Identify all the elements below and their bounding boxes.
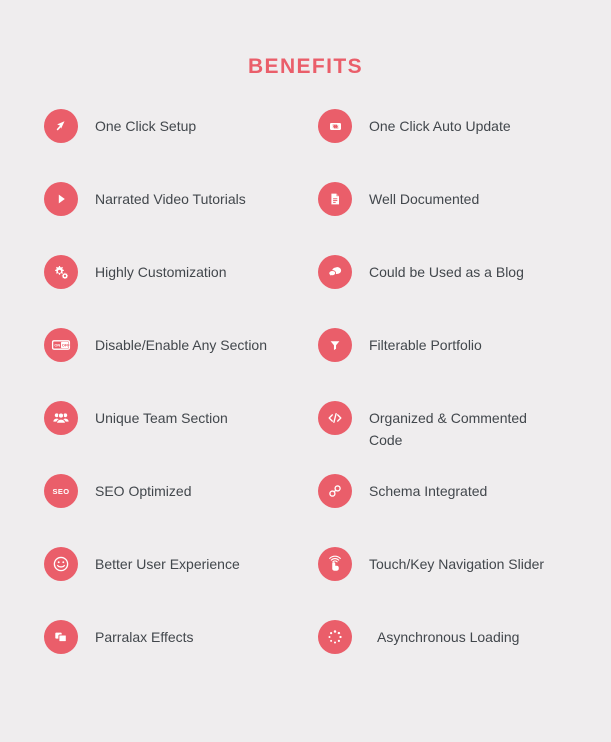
benefit-item-organized-commented-code[interactable]: Organized & Commented Code — [274, 401, 611, 474]
benefit-item-better-user-experience[interactable]: Better User Experience — [0, 547, 274, 620]
chat-bubble-icon — [318, 255, 352, 289]
benefit-item-could-be-used-as-a-blog[interactable]: Could be Used as a Blog — [274, 255, 611, 328]
benefit-label: Better User Experience — [95, 556, 240, 572]
benefit-label: Highly Customization — [95, 264, 227, 280]
benefit-item-schema-integrated[interactable]: Schema Integrated — [274, 474, 611, 547]
benefit-label: Schema Integrated — [369, 483, 488, 499]
refresh-update-icon — [318, 109, 352, 143]
benefit-item-narrated-video-tutorials[interactable]: Narrated Video Tutorials — [0, 182, 274, 255]
benefit-item-one-click-setup[interactable]: One Click Setup — [0, 109, 274, 182]
benefit-row: Better User Experience Touch/Key Navigat… — [0, 547, 611, 620]
benefit-item-one-click-auto-update[interactable]: One Click Auto Update — [274, 109, 611, 182]
page-title: BENEFITS — [247, 55, 364, 78]
benefit-label: Touch/Key Navigation Slider — [369, 556, 545, 572]
team-people-icon — [44, 401, 78, 435]
benefit-item-touch-key-navigation-slider[interactable]: Touch/Key Navigation Slider — [274, 547, 611, 620]
benefit-label: Unique Team Section — [95, 410, 228, 426]
benefit-row: Unique Team Section Organized & Commente… — [0, 401, 611, 474]
benefit-row: SEO SEO Optimized Schema Integrated — [0, 474, 611, 547]
benefit-label: Well Documented — [369, 191, 480, 207]
funnel-filter-icon — [318, 328, 352, 362]
benefit-label: One Click Auto Update — [369, 118, 511, 134]
benefit-label: Organized & Commented Code — [369, 410, 527, 448]
benefit-row: Parralax Effects Asynchronous Loading — [0, 620, 611, 693]
svg-text:OFF: OFF — [62, 343, 70, 348]
benefit-label: Narrated Video Tutorials — [95, 191, 246, 207]
benefit-label: Could be Used as a Blog — [369, 264, 524, 280]
benefit-label: Filterable Portfolio — [369, 337, 482, 353]
benefits-page: BENEFITS One Click Setup One Click Auto … — [0, 0, 611, 742]
touch-gesture-icon — [318, 547, 352, 581]
benefit-item-parralax-effects[interactable]: Parralax Effects — [0, 620, 274, 693]
benefit-item-disable-enable-any-section[interactable]: ON OFF Disable/Enable Any Section — [0, 328, 274, 401]
benefit-label: Disable/Enable Any Section — [95, 337, 267, 353]
smiley-face-icon — [44, 547, 78, 581]
benefit-item-unique-team-section[interactable]: Unique Team Section — [0, 401, 274, 474]
benefit-row: ON OFF Disable/Enable Any Section Filter… — [0, 328, 611, 401]
benefit-row: One Click Setup One Click Auto Update — [0, 109, 611, 182]
benefit-item-highly-customization[interactable]: Highly Customization — [0, 255, 274, 328]
benefit-item-well-documented[interactable]: Well Documented — [274, 182, 611, 255]
benefit-item-filterable-portfolio[interactable]: Filterable Portfolio — [274, 328, 611, 401]
benefits-grid: One Click Setup One Click Auto Update Na… — [0, 109, 611, 693]
seo-glyph-label: SEO — [52, 486, 70, 496]
on-off-toggle-icon: ON OFF — [44, 328, 78, 362]
layers-stack-icon — [44, 620, 78, 654]
benefit-label: SEO Optimized — [95, 483, 192, 499]
benefit-label: One Click Setup — [95, 118, 197, 134]
benefit-row: Highly Customization Could be Used as a … — [0, 255, 611, 328]
benefit-item-asynchronous-loading[interactable]: Asynchronous Loading — [274, 620, 611, 693]
code-tag-icon — [318, 401, 352, 435]
document-icon — [318, 182, 352, 216]
play-button-icon — [44, 182, 78, 216]
cursor-arrow-icon — [44, 109, 78, 143]
seo-text-icon: SEO — [44, 474, 78, 508]
benefit-label: Asynchronous Loading — [377, 629, 520, 645]
benefit-row: Narrated Video Tutorials Well Documented — [0, 182, 611, 255]
benefit-label: Parralax Effects — [95, 629, 194, 645]
loading-spinner-icon — [318, 620, 352, 654]
chain-link-icon — [318, 474, 352, 508]
benefit-item-seo-optimized[interactable]: SEO SEO Optimized — [0, 474, 274, 547]
gears-icon — [44, 255, 78, 289]
svg-text:ON: ON — [54, 343, 60, 348]
